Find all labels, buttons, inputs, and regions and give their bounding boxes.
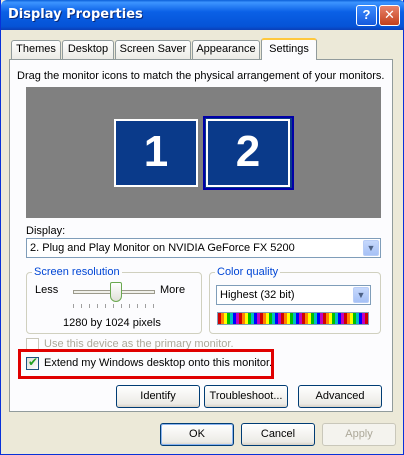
cancel-button[interactable]: Cancel [241, 423, 315, 446]
color-spectrum-bar [217, 312, 369, 325]
color-quality-select[interactable]: Highest (32 bit) ▼ [216, 285, 371, 305]
screen-resolution-title: Screen resolution [32, 266, 122, 278]
tab-appearance[interactable]: Appearance [192, 40, 260, 59]
color-quality-title: Color quality [215, 266, 281, 278]
display-properties-window: Display Properties ? ✕ Themes Desktop Sc… [0, 0, 404, 455]
chevron-down-icon[interactable]: ▼ [363, 240, 379, 256]
tab-desktop[interactable]: Desktop [62, 40, 114, 59]
tab-settings[interactable]: Settings [261, 38, 317, 60]
monitor-1-icon[interactable]: 1 [114, 119, 198, 187]
tab-themes[interactable]: Themes [11, 40, 61, 59]
troubleshoot-button[interactable]: Troubleshoot... [204, 385, 288, 408]
resolution-slider-ticks [73, 304, 155, 308]
tab-screen-saver[interactable]: Screen Saver [115, 40, 191, 59]
resolution-more-label: More [160, 284, 186, 296]
close-button[interactable]: ✕ [379, 5, 400, 26]
ok-button[interactable]: OK [160, 423, 234, 446]
resolution-value: 1280 by 1024 pixels [63, 317, 161, 329]
resolution-slider-thumb[interactable] [110, 282, 122, 302]
chevron-down-icon[interactable]: ▼ [353, 287, 369, 303]
display-label: Display: [26, 225, 66, 237]
advanced-button[interactable]: Advanced [298, 385, 382, 408]
display-select[interactable]: 2. Plug and Play Monitor on NVIDIA GeFor… [26, 238, 381, 258]
help-button[interactable]: ? [356, 5, 377, 26]
apply-button[interactable]: Apply [322, 423, 396, 446]
color-quality-value: Highest (32 bit) [220, 289, 295, 301]
monitor-2-icon[interactable]: 2 [206, 119, 290, 187]
arrangement-instruction: Drag the monitor icons to match the phys… [17, 70, 385, 82]
window-title: Display Properties [8, 7, 143, 22]
highlight-box [18, 349, 274, 379]
display-select-value: 2. Plug and Play Monitor on NVIDIA GeFor… [30, 242, 295, 254]
title-bar[interactable]: Display Properties ? ✕ [1, 0, 404, 30]
resolution-less-label: Less [35, 284, 59, 296]
identify-button[interactable]: Identify [116, 385, 200, 408]
